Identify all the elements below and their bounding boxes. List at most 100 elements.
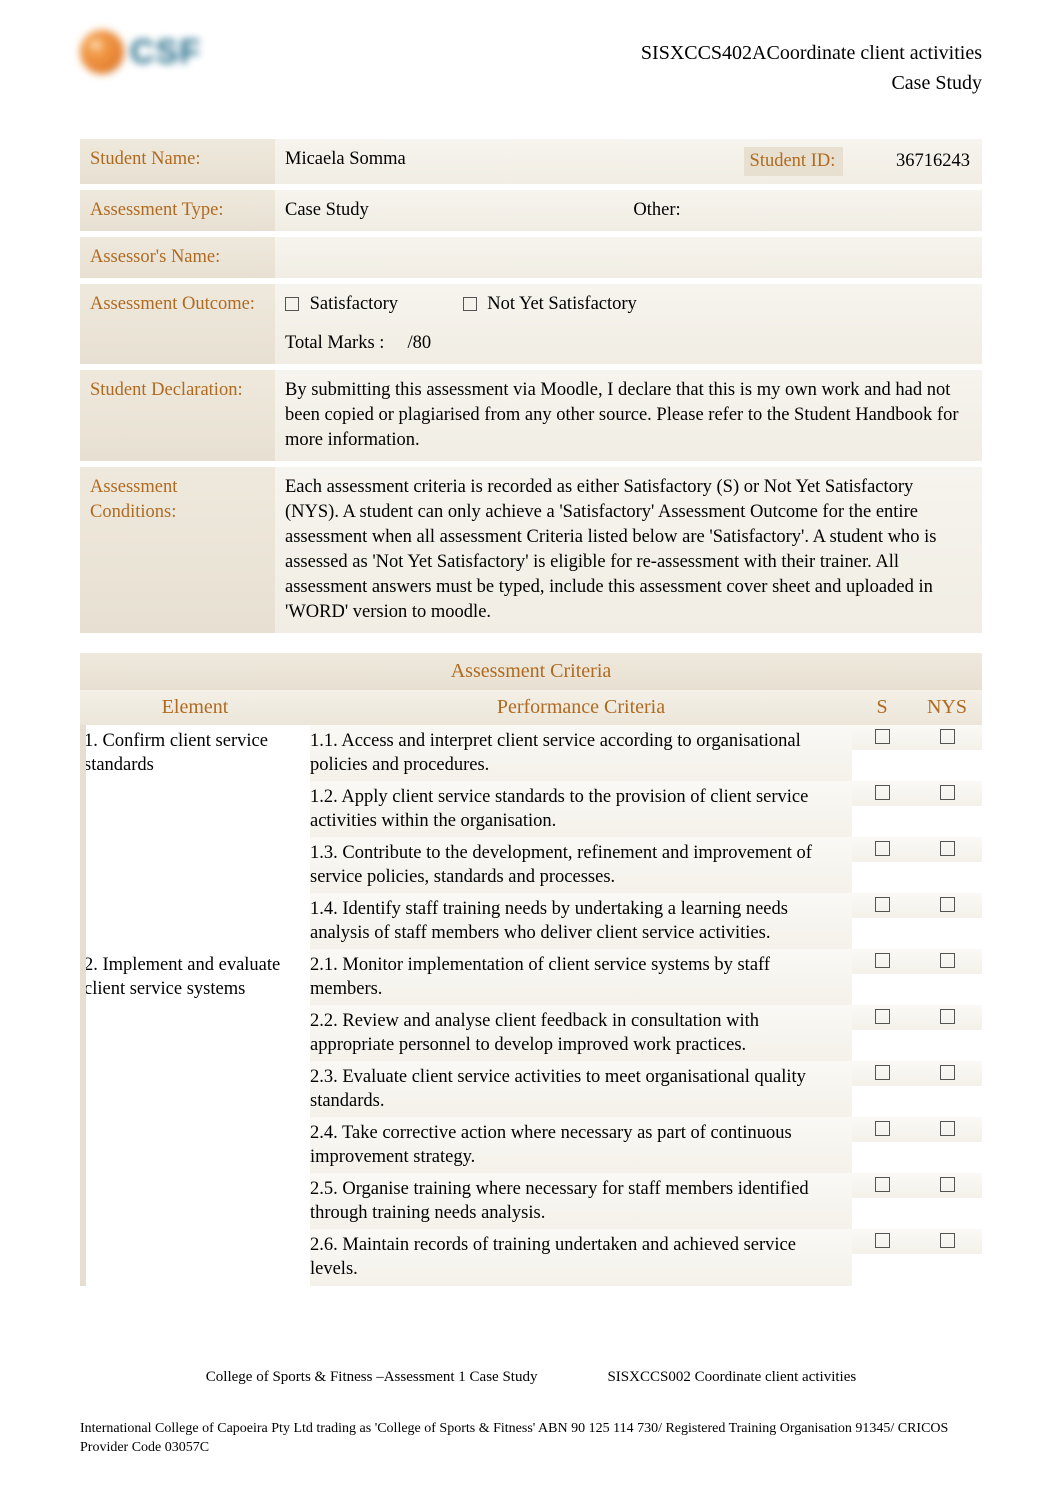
assessment-criteria-title: Assessment Criteria [80,653,982,690]
s-checkbox[interactable] [875,1065,890,1080]
criteria-row: 1.2. Apply client service standards to t… [80,781,982,837]
s-checkbox[interactable] [875,1177,890,1192]
criteria-s-checkbox-cell [852,1229,912,1254]
s-checkbox[interactable] [875,1009,890,1024]
course-code-title: SISXCCS402ACoordinate client activities [641,38,982,68]
criteria-row: 2.5. Organise training where necessary f… [80,1173,982,1229]
criteria-s-checkbox-cell [852,837,912,862]
footer-mid-left: College of Sports & Fitness –Assessment … [206,1369,538,1386]
student-name-value: Micaela Somma [285,149,406,169]
criteria-s-checkbox-cell [852,893,912,918]
criteria-performance: 1.1. Access and interpret client service… [310,725,852,781]
criteria-row: 2.6. Maintain records of training undert… [80,1229,982,1285]
criteria-element [80,837,310,845]
criteria-nys-checkbox-cell [912,1005,982,1030]
criteria-row: 2.2. Review and analyse client feedback … [80,1005,982,1061]
not-yet-satisfactory-checkbox[interactable] [463,297,477,311]
criteria-nys-checkbox-cell [912,837,982,862]
criteria-s-checkbox-cell [852,781,912,806]
s-checkbox[interactable] [875,1233,890,1248]
criteria-nys-checkbox-cell [912,725,982,750]
assessment-conditions-label: Assessment Conditions: [80,467,275,633]
s-checkbox[interactable] [875,953,890,968]
criteria-nys-checkbox-cell [912,949,982,974]
criteria-performance: 2.6. Maintain records of training undert… [310,1229,852,1285]
total-marks-label: Total Marks : [285,333,384,353]
criteria-s-checkbox-cell [852,949,912,974]
criteria-s-checkbox-cell [852,1173,912,1198]
column-element: Element [80,690,310,725]
assessor-name-value [275,237,982,278]
criteria-element: 2. Implement and evaluate client service… [80,949,310,1005]
criteria-row: 1.4. Identify staff training needs by un… [80,893,982,949]
criteria-row: 1.3. Contribute to the development, refi… [80,837,982,893]
other-label: Other: [633,198,680,223]
criteria-s-checkbox-cell [852,725,912,750]
footer-mid-right: SISXCCS002 Coordinate client activities [607,1369,856,1386]
criteria-element [80,1173,310,1181]
s-checkbox[interactable] [875,897,890,912]
criteria-performance: 2.2. Review and analyse client feedback … [310,1005,852,1061]
assessment-type-label: Assessment Type: [80,190,275,231]
student-declaration-label: Student Declaration: [80,370,275,461]
assessment-outcome-label: Assessment Outcome: [80,284,275,364]
header-title: SISXCCS402ACoordinate client activities … [641,30,982,98]
nys-checkbox[interactable] [940,1065,955,1080]
nys-checkbox[interactable] [940,953,955,968]
criteria-nys-checkbox-cell [912,1061,982,1086]
criteria-row: 1. Confirm client service standards1.1. … [80,725,982,781]
criteria-performance: 1.4. Identify staff training needs by un… [310,893,852,949]
nys-checkbox[interactable] [940,1121,955,1136]
nys-checkbox[interactable] [940,1177,955,1192]
criteria-performance: 2.4. Take corrective action where necess… [310,1117,852,1173]
column-s: S [852,690,912,725]
footer-bottom: International College of Capoeira Pty Lt… [80,1420,982,1458]
s-checkbox[interactable] [875,729,890,744]
total-marks-value: /80 [408,333,432,353]
nys-checkbox[interactable] [940,1233,955,1248]
criteria-performance: 1.2. Apply client service standards to t… [310,781,852,837]
criteria-nys-checkbox-cell [912,781,982,806]
nys-checkbox[interactable] [940,1009,955,1024]
satisfactory-checkbox[interactable] [285,297,299,311]
criteria-s-checkbox-cell [852,1117,912,1142]
s-checkbox[interactable] [875,1121,890,1136]
column-performance-criteria: Performance Criteria [310,690,852,725]
satisfactory-label: Satisfactory [310,294,398,314]
nys-checkbox[interactable] [940,785,955,800]
criteria-element [80,893,310,901]
criteria-nys-checkbox-cell [912,893,982,918]
criteria-s-checkbox-cell [852,1061,912,1086]
nys-checkbox[interactable] [940,841,955,856]
criteria-row: 2.3. Evaluate client service activities … [80,1061,982,1117]
criteria-element [80,1117,310,1125]
criteria-element [80,1061,310,1069]
criteria-performance: 2.1. Monitor implementation of client se… [310,949,852,1005]
nys-checkbox[interactable] [940,897,955,912]
assessor-name-label: Assessor's Name: [80,237,275,278]
column-nys: NYS [912,690,982,725]
criteria-element [80,1005,310,1013]
doc-type: Case Study [641,68,982,98]
logo: CSF [80,30,215,105]
s-checkbox[interactable] [875,841,890,856]
criteria-s-checkbox-cell [852,1005,912,1030]
student-declaration-text: By submitting this assessment via Moodle… [275,370,982,461]
s-checkbox[interactable] [875,785,890,800]
assessment-conditions-text: Each assessment criteria is recorded as … [275,467,982,633]
criteria-element: 1. Confirm client service standards [80,725,310,781]
student-id-label: Student ID: [744,147,844,176]
criteria-element [80,1229,310,1237]
criteria-performance: 2.5. Organise training where necessary f… [310,1173,852,1229]
criteria-nys-checkbox-cell [912,1229,982,1254]
criteria-performance: 2.3. Evaluate client service activities … [310,1061,852,1117]
student-id-value: 36716243 [896,151,970,171]
criteria-row: 2.4. Take corrective action where necess… [80,1117,982,1173]
nys-checkbox[interactable] [940,729,955,744]
not-yet-satisfactory-label: Not Yet Satisfactory [487,294,637,314]
criteria-nys-checkbox-cell [912,1117,982,1142]
criteria-nys-checkbox-cell [912,1173,982,1198]
criteria-row: 2. Implement and evaluate client service… [80,949,982,1005]
student-name-label: Student Name: [80,139,275,184]
criteria-element [80,781,310,789]
